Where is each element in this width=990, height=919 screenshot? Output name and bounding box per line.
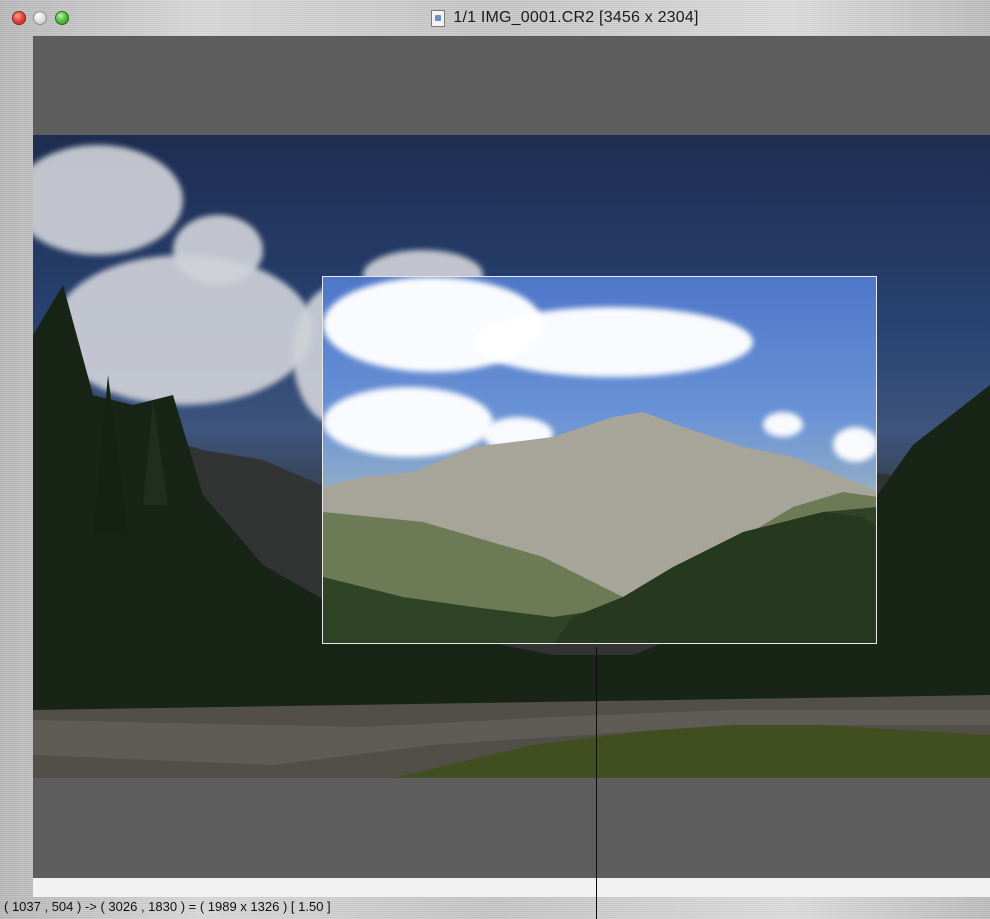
crop-selection-rectangle[interactable] (322, 276, 877, 644)
crop-coordinates-readout: ( 1037 , 504 ) -> ( 3026 , 1830 ) = ( 19… (4, 899, 331, 914)
image-canvas[interactable] (33, 36, 990, 878)
window-title-group: 1/1 IMG_0001.CR2 [3456 x 2304] (0, 0, 990, 36)
status-bar: ( 1037 , 504 ) -> ( 3026 , 1830 ) = ( 19… (0, 897, 990, 919)
viewer-window: 1/1 IMG_0001.CR2 [3456 x 2304] (1037 , … (0, 0, 990, 919)
crop-landscape (323, 412, 876, 643)
crosshair-cursor-line (596, 647, 597, 919)
status-bar-track (33, 878, 990, 897)
title-bar[interactable]: 1/1 IMG_0001.CR2 [3456 x 2304] (0, 0, 990, 36)
document-icon (431, 9, 446, 27)
photo-image[interactable] (33, 135, 990, 778)
window-title: 1/1 IMG_0001.CR2 [3456 x 2304] (453, 9, 699, 26)
